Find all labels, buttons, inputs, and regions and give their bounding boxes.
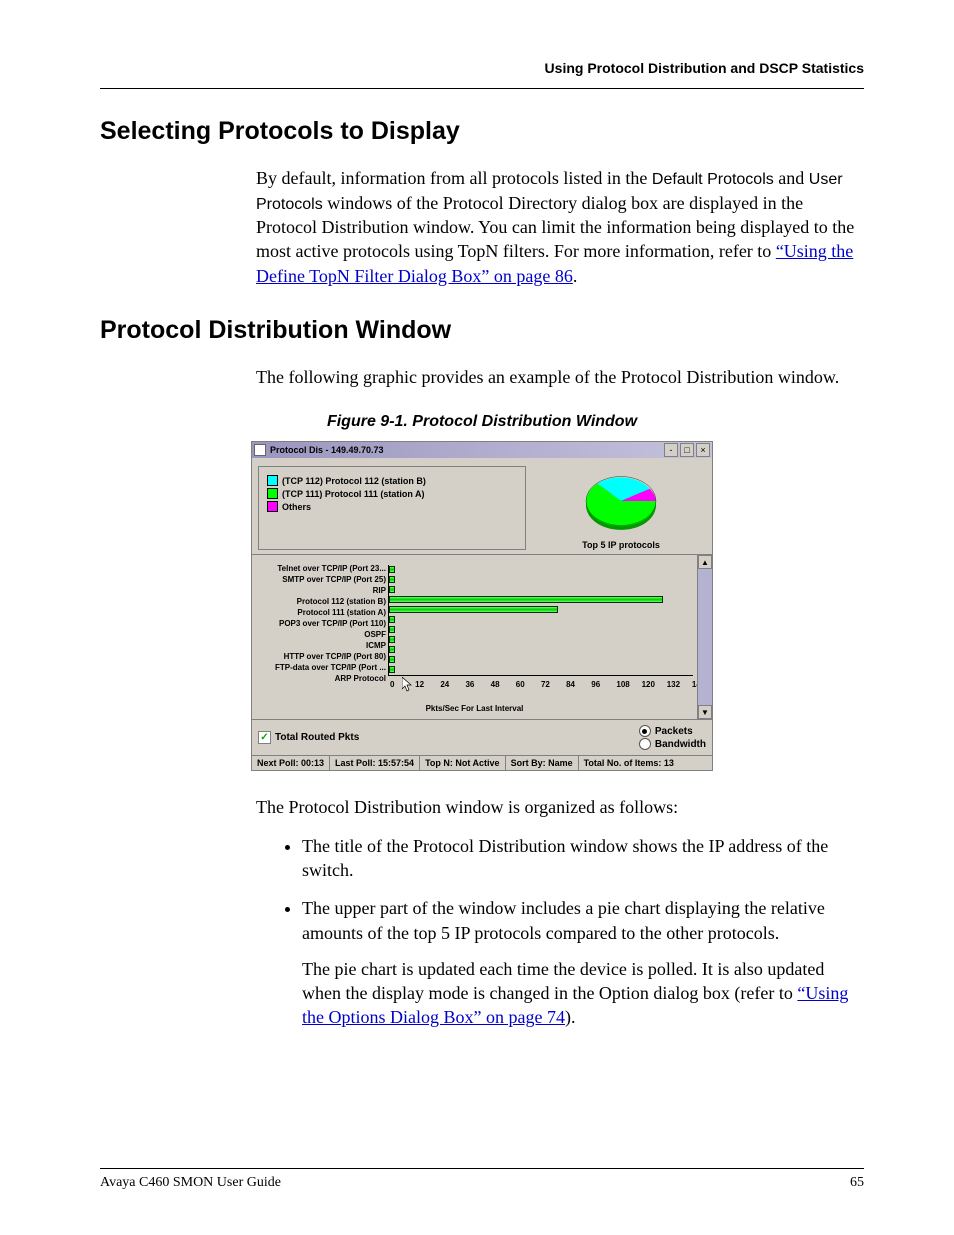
bar <box>389 656 395 663</box>
bar <box>389 566 395 573</box>
bar <box>389 576 395 583</box>
pie-chart-area: Top 5 IP protocols <box>536 466 706 550</box>
bar <box>389 636 395 643</box>
bar <box>389 596 663 603</box>
after-figure-intro: The Protocol Distribution window is orga… <box>256 795 864 819</box>
bandwidth-radio[interactable]: Bandwidth <box>639 738 706 750</box>
pie-chart-title: Top 5 IP protocols <box>536 540 706 550</box>
running-header: Using Protocol Distribution and DSCP Sta… <box>100 60 864 76</box>
radio-icon <box>639 725 651 737</box>
text: The pie chart is updated each time the d… <box>302 959 824 1003</box>
bar <box>389 626 395 633</box>
bar <box>389 606 558 613</box>
section2-intro: The following graphic provides an exampl… <box>256 365 864 389</box>
figure-caption: Figure 9-1. Protocol Distribution Window <box>100 413 864 431</box>
text: ). <box>565 1007 576 1027</box>
legend-label: Others <box>282 502 311 512</box>
status-total-items: Total No. of Items: 13 <box>579 756 712 770</box>
text: and <box>774 168 809 188</box>
list-item: The title of the Protocol Distribution w… <box>302 834 864 883</box>
close-button[interactable]: × <box>696 443 710 457</box>
radio-label: Bandwidth <box>655 739 706 750</box>
swatch-icon <box>267 475 278 486</box>
bar <box>389 616 395 623</box>
text: windows of the Protocol Directory dialog… <box>256 193 854 262</box>
scroll-up-button[interactable]: ▲ <box>698 555 712 569</box>
protocol-distribution-window: Protocol Dis - 149.49.70.73 - □ × (TCP 1… <box>251 441 713 771</box>
legend-item: (TCP 111) Protocol 111 (station A) <box>267 488 517 499</box>
titlebar[interactable]: Protocol Dis - 149.49.70.73 - □ × <box>252 442 712 458</box>
swatch-icon <box>267 501 278 512</box>
vertical-scrollbar[interactable]: ▲ ▼ <box>697 555 712 719</box>
bar <box>389 646 395 653</box>
minimize-button[interactable]: - <box>664 443 678 457</box>
section2-title: Protocol Distribution Window <box>100 316 864 345</box>
radio-label: Packets <box>655 726 693 737</box>
xaxis-ticks: 01224364860728496108120132144 <box>389 680 693 689</box>
footer-page-number: 65 <box>850 1175 864 1191</box>
status-last-poll: Last Poll: 15:57:54 <box>330 756 420 770</box>
text: The upper part of the window includes a … <box>302 898 825 942</box>
text: The title of the Protocol Distribution w… <box>302 836 828 880</box>
footer-left: Avaya C460 SMON User Guide <box>100 1175 281 1191</box>
text: The pie chart is updated each time the d… <box>302 957 864 1030</box>
bar-label: ARP Protocol <box>256 675 386 686</box>
bar <box>389 586 395 593</box>
status-sortby: Sort By: Name <box>506 756 579 770</box>
bar-chart: 01224364860728496108120132144 <box>388 565 693 676</box>
legend-item: (TCP 112) Protocol 112 (station B) <box>267 475 517 486</box>
default-protocols-label: Default Protocols <box>652 171 774 188</box>
radio-icon <box>639 738 651 750</box>
status-topn: Top N: Not Active <box>420 756 506 770</box>
legend-label: (TCP 111) Protocol 111 (station A) <box>282 489 425 499</box>
status-next-poll: Next Poll: 00:13 <box>252 756 330 770</box>
window-title: Protocol Dis - 149.49.70.73 <box>270 445 384 455</box>
pie-chart <box>576 466 666 536</box>
section1-title: Selecting Protocols to Display <box>100 117 864 146</box>
text: By default, information from all protoco… <box>256 168 652 188</box>
page-footer: Avaya C460 SMON User Guide 65 <box>100 1160 864 1191</box>
organization-list: The title of the Protocol Distribution w… <box>280 834 864 1030</box>
section1-paragraph: By default, information from all protoco… <box>256 166 864 288</box>
packets-radio[interactable]: Packets <box>639 725 706 737</box>
footer-rule <box>100 1168 864 1169</box>
status-bar: Next Poll: 00:13 Last Poll: 15:57:54 Top… <box>252 755 712 770</box>
total-routed-pkts-checkbox[interactable]: ✓ Total Routed Pkts <box>258 731 359 744</box>
system-menu-icon[interactable] <box>254 444 266 456</box>
header-rule <box>100 88 864 89</box>
legend-item: Others <box>267 501 517 512</box>
legend-label: (TCP 112) Protocol 112 (station B) <box>282 476 426 486</box>
bar-label: SMTP over TCP/IP (Port 25) <box>256 576 386 587</box>
text: . <box>573 266 578 286</box>
xaxis-label: Pkts/Sec For Last Interval <box>256 704 693 713</box>
checkbox-icon: ✓ <box>258 731 271 744</box>
scroll-down-button[interactable]: ▼ <box>698 705 712 719</box>
swatch-icon <box>267 488 278 499</box>
list-item: The upper part of the window includes a … <box>302 896 864 1029</box>
checkbox-label: Total Routed Pkts <box>275 732 359 743</box>
maximize-button[interactable]: □ <box>680 443 694 457</box>
bar <box>389 666 395 673</box>
legend-box: (TCP 112) Protocol 112 (station B) (TCP … <box>258 466 526 550</box>
bar-category-labels: Telnet over TCP/IP (Port 23... SMTP over… <box>256 565 386 686</box>
